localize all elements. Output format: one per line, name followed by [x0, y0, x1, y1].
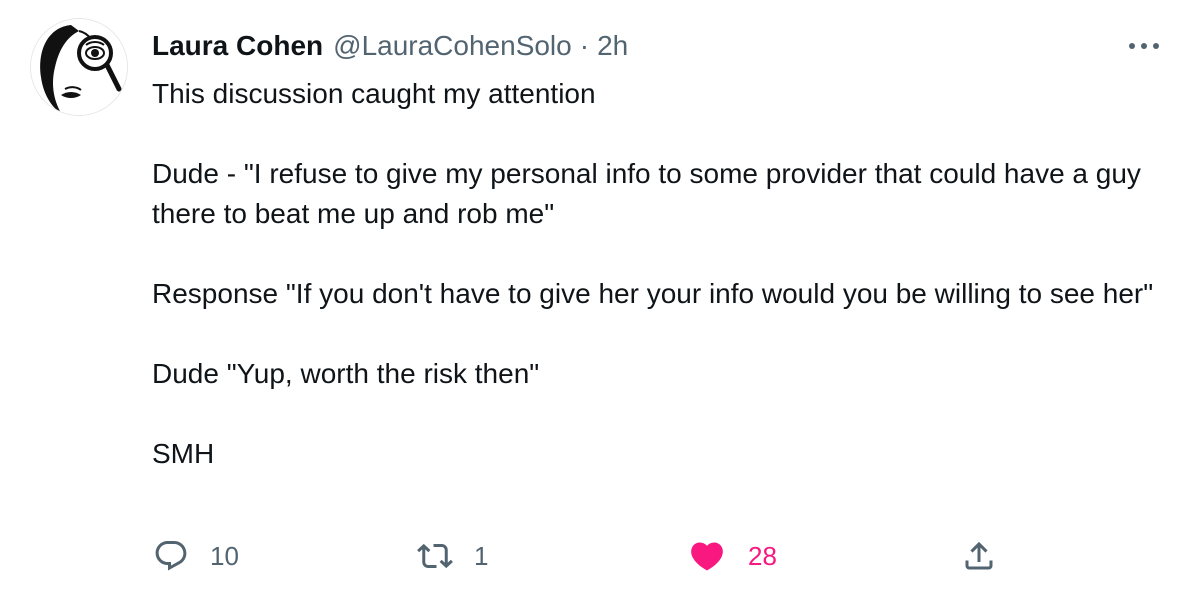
tweet-line: Dude "Yup, worth the risk then" — [152, 358, 540, 389]
heart-icon — [688, 537, 726, 575]
tweet-line — [152, 114, 1172, 154]
more-icon — [1129, 43, 1159, 49]
avatar[interactable] — [30, 18, 128, 116]
tweet[interactable]: Laura Cohen @LauraCohenSolo · 2h This di… — [0, 0, 1192, 598]
like-button[interactable]: 28 — [688, 534, 777, 578]
tweet-line: SMH — [152, 438, 215, 469]
separator-dot: · — [579, 30, 590, 61]
more-options-button[interactable] — [1124, 28, 1164, 64]
tweet-line — [152, 394, 1172, 434]
avatar-image — [31, 19, 127, 115]
tweet-line: This discussion caught my attention — [152, 78, 596, 109]
author-display-name[interactable]: Laura Cohen — [152, 28, 323, 64]
reply-count: 10 — [210, 541, 239, 571]
share-icon — [960, 537, 998, 575]
author-handle[interactable]: @LauraCohenSolo — [333, 28, 572, 64]
reply-button[interactable]: 10 — [152, 534, 239, 578]
like-count: 28 — [748, 541, 777, 571]
tweet-timestamp[interactable]: 2h — [597, 28, 628, 64]
retweet-count: 1 — [474, 541, 489, 571]
share-button[interactable] — [960, 534, 998, 578]
tweet-line: Dude - "I refuse to give my personal inf… — [152, 158, 1141, 229]
reply-icon — [152, 537, 190, 575]
tweet-line: Response "If you don't have to give her … — [152, 278, 1154, 309]
retweet-icon — [416, 537, 454, 575]
tweet-line — [152, 234, 1172, 274]
tweet-header: Laura Cohen @LauraCohenSolo · 2h — [152, 28, 628, 64]
tweet-line — [152, 314, 1172, 354]
tweet-text: This discussion caught my attention Dude… — [152, 74, 1172, 474]
retweet-button[interactable]: 1 — [416, 534, 488, 578]
tweet-actions: 10 1 28 — [152, 534, 1012, 578]
